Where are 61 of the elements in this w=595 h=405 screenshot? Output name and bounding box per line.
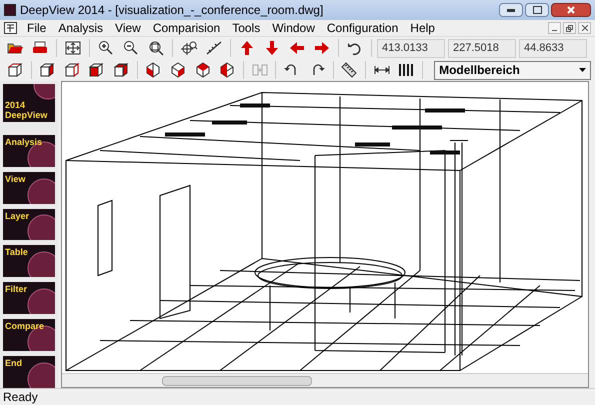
scrollbar-thumb[interactable] <box>162 376 312 386</box>
logo-text: 2014 <box>5 100 26 110</box>
logo-text: DeepView <box>5 110 48 120</box>
arrow-up-icon <box>238 39 256 57</box>
zoom-window-icon <box>147 39 165 57</box>
close-button[interactable] <box>551 3 591 17</box>
status-text: Ready <box>3 389 38 405</box>
menu-item[interactable]: View <box>109 21 147 35</box>
iso-view-back-icon <box>218 61 236 79</box>
menu-item[interactable]: Window <box>266 21 321 35</box>
coordinate-field: 413.0133 <box>377 38 445 58</box>
iso-view-top-icon <box>194 61 212 79</box>
layout-dropdown[interactable]: Modellbereich <box>434 60 592 80</box>
arrow-down-icon <box>263 39 281 57</box>
cube-top-face-icon <box>112 61 130 79</box>
dropdown-caret-icon <box>579 68 586 72</box>
cube-right-icon <box>62 61 81 79</box>
minimize-button[interactable] <box>499 3 523 17</box>
coordinate-field: 44.8633 <box>519 38 587 58</box>
cube-front-icon <box>6 61 24 79</box>
menu-item[interactable]: File <box>21 21 52 35</box>
sidebar-button[interactable]: Filter <box>3 282 55 314</box>
zoom-out-icon <box>122 39 140 57</box>
menu-item[interactable]: Tools <box>226 21 266 35</box>
sidebar-button[interactable]: Table <box>3 245 55 278</box>
iso-view-left-icon <box>144 61 162 79</box>
pen-line-icon <box>205 39 223 57</box>
document-icon <box>4 22 17 34</box>
menu-item[interactable]: Analysis <box>52 21 110 35</box>
coordinate-field: 227.5018 <box>448 38 516 58</box>
arrow-left-icon <box>288 39 306 57</box>
close-icon <box>567 6 575 14</box>
sidebar-button[interactable]: View <box>3 172 55 204</box>
cube-front-face-icon <box>87 61 106 79</box>
menu-item[interactable]: Help <box>404 21 441 35</box>
minimize-icon <box>552 30 557 31</box>
close-button[interactable] <box>578 22 591 34</box>
sidebar-button[interactable]: End <box>3 356 55 388</box>
zoom-in-icon <box>97 39 115 57</box>
app-icon <box>4 4 16 16</box>
extents-icon <box>64 39 82 57</box>
minimize-icon <box>507 8 515 12</box>
maximize-button[interactable] <box>525 3 549 17</box>
arrow-right-icon <box>313 39 331 57</box>
sidebar-button[interactable]: Analysis <box>3 134 55 167</box>
cube-left-icon <box>38 61 56 79</box>
horizontal-scrollbar[interactable] <box>62 373 588 387</box>
menu-item[interactable]: Comparision <box>146 21 226 35</box>
minimize-button[interactable] <box>548 22 561 34</box>
sidebar-button[interactable]: Layer <box>3 208 55 240</box>
ruler-icon <box>340 61 358 79</box>
menu-item[interactable]: Configuration <box>320 21 404 35</box>
vertical-bars-icon <box>397 61 416 79</box>
sidebar-button[interactable]: Compare <box>3 319 55 352</box>
restore-icon <box>566 24 573 32</box>
iso-view-right-icon <box>169 61 188 79</box>
close-icon <box>582 25 588 31</box>
window-title: DeepView 2014 - [visualization_-_conference_room.dwg] <box>20 2 324 19</box>
restore-button[interactable] <box>563 22 576 34</box>
maximize-icon <box>532 6 542 14</box>
crosshair-magnifier-icon <box>180 39 198 57</box>
